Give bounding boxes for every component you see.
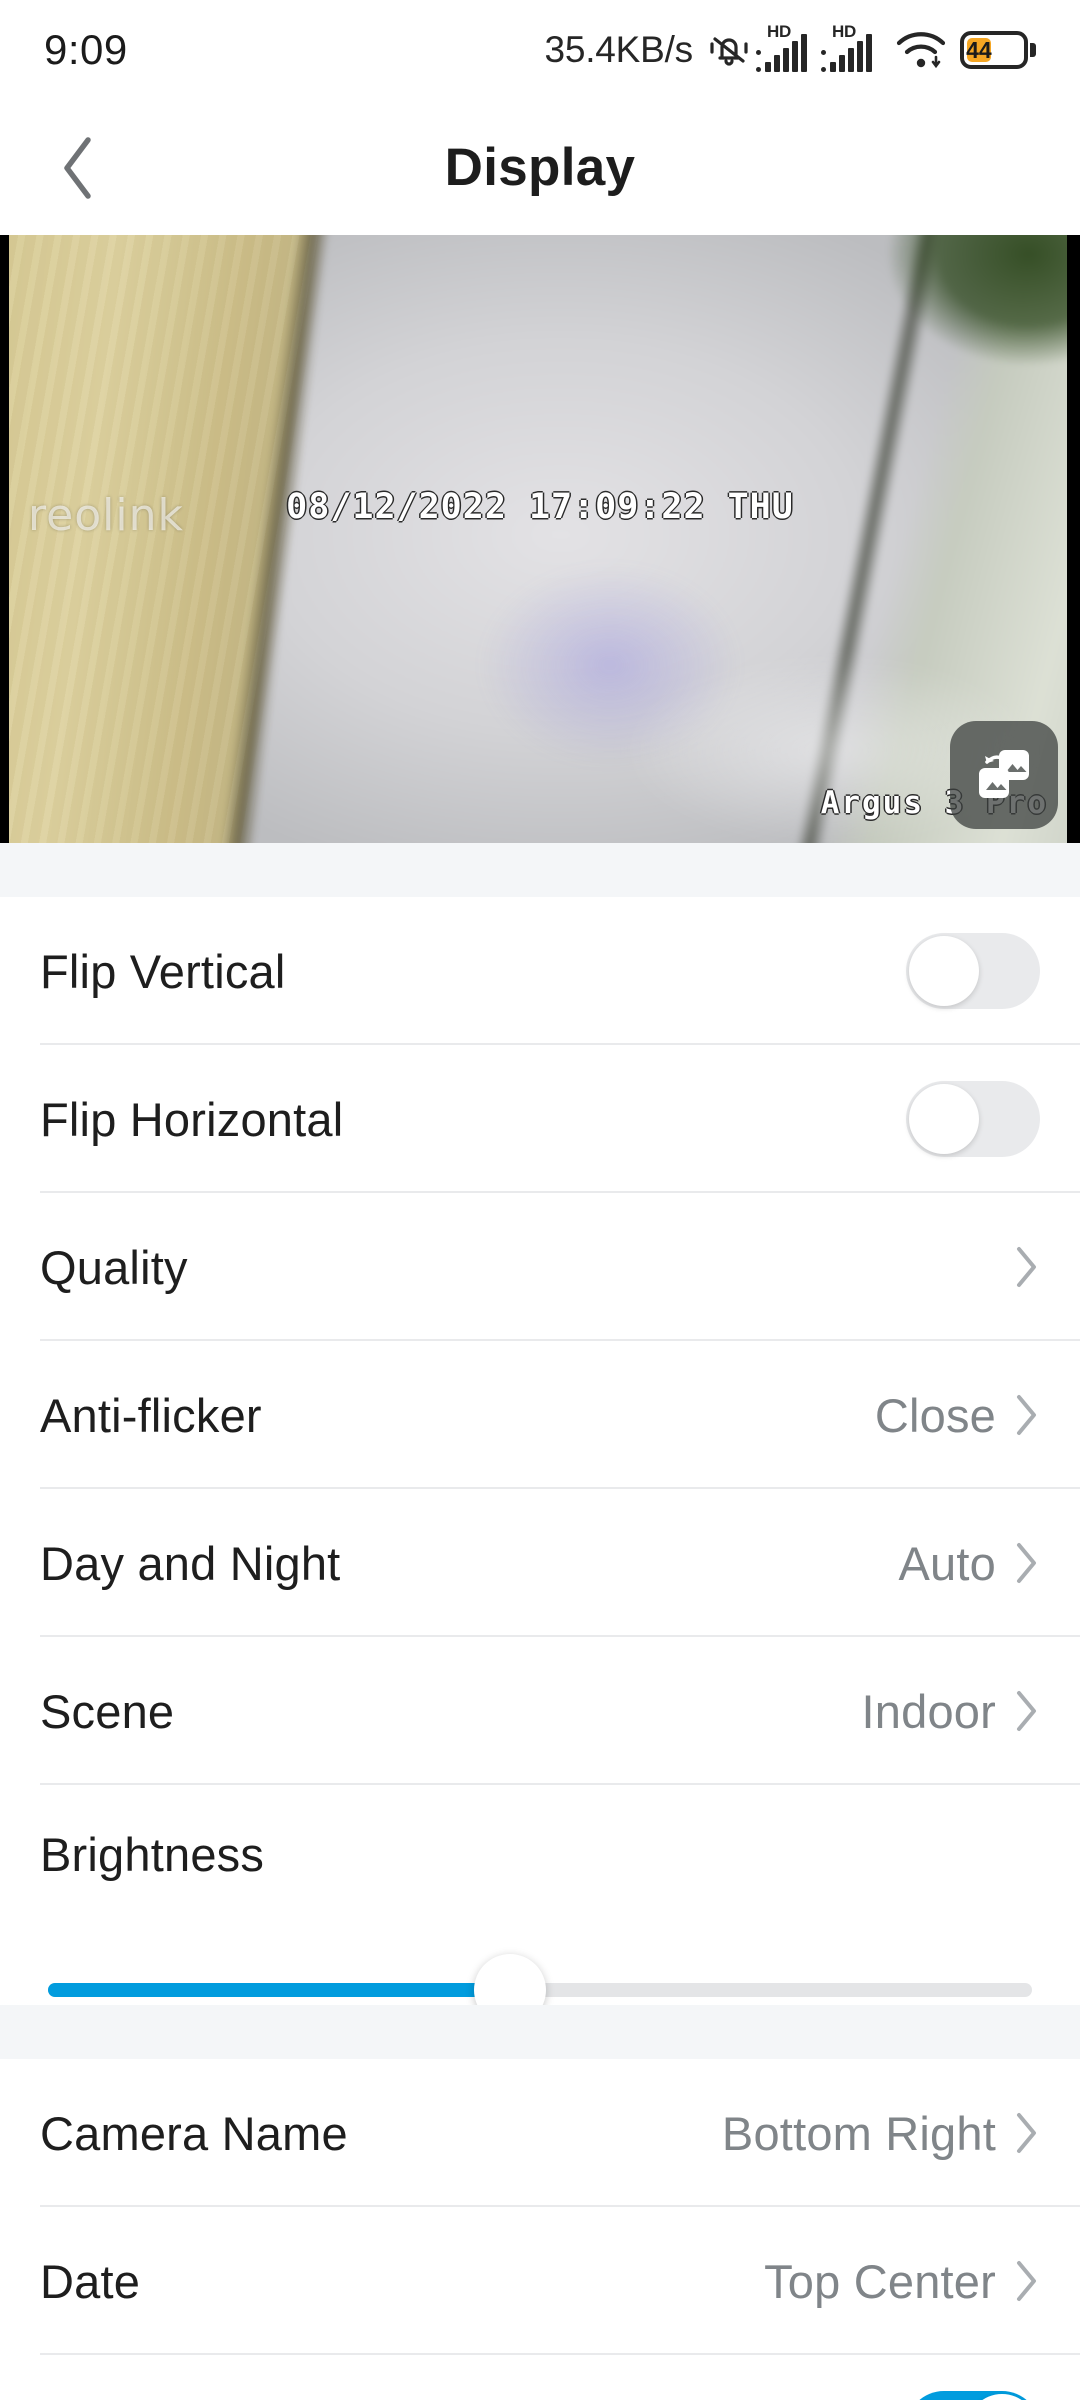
watermark-toggle[interactable] (906, 2391, 1040, 2400)
setting-label: Flip Horizontal (40, 1092, 344, 1146)
data-arrows-icon-secondary (821, 50, 828, 72)
chevron-right-icon (1014, 1393, 1040, 1437)
display-settings-screen: 9:09 35.4KB/s HD HD 44 Display reolink 0… (0, 0, 1080, 2400)
osd-timestamp: 08/12/2022 17:09:22 THU (286, 487, 794, 527)
display-settings-group-2: Camera Name Bottom Right Date Top Center… (0, 2059, 1080, 2400)
status-bar: 9:09 35.4KB/s HD HD 44 (0, 0, 1080, 100)
setting-value: Indoor (861, 1684, 996, 1738)
display-settings-group-1: Flip Vertical Flip Horizontal Quality An… (0, 897, 1080, 2045)
section-gap-middle (0, 2005, 1080, 2059)
setting-row-anti-flicker[interactable]: Anti-flicker Close (0, 1341, 1080, 1489)
chevron-right-icon (1014, 2259, 1040, 2303)
section-gap-top (0, 843, 1080, 897)
app-header: Display (0, 100, 1080, 235)
chevron-right-icon (1014, 1245, 1040, 1289)
setting-label: Anti-flicker (40, 1388, 262, 1442)
setting-label: Day and Night (40, 1536, 341, 1590)
picture-in-picture-swap-icon (973, 746, 1035, 804)
signal-icon: HD (756, 22, 817, 72)
setting-row-date[interactable]: Date Top Center (0, 2207, 1080, 2355)
setting-row-flip-vertical[interactable]: Flip Vertical (0, 897, 1080, 1045)
picture-in-picture-swap-button[interactable] (950, 721, 1058, 829)
setting-label: Scene (40, 1684, 175, 1738)
setting-label: Date (40, 2254, 141, 2308)
setting-row-watermark[interactable]: Watermark (0, 2355, 1080, 2400)
setting-label: Flip Vertical (40, 944, 286, 998)
setting-value: Auto (898, 1536, 996, 1590)
flip-horizontal-toggle[interactable] (906, 1081, 1040, 1157)
battery-icon: 44 (960, 30, 1036, 70)
flip-vertical-toggle[interactable] (906, 933, 1040, 1009)
page-title: Display (444, 138, 636, 197)
wifi-icon (895, 29, 947, 71)
setting-row-brightness: Brightness (0, 1785, 1080, 1935)
camera-live-preview[interactable]: reolink 08/12/2022 17:09:22 THU Argus 3 … (0, 235, 1080, 843)
chevron-right-icon (1014, 1541, 1040, 1585)
setting-label: Quality (40, 1240, 188, 1294)
chevron-right-icon (1014, 1689, 1040, 1733)
data-arrows-icon (756, 50, 763, 72)
setting-row-scene[interactable]: Scene Indoor (0, 1637, 1080, 1785)
setting-row-quality[interactable]: Quality (0, 1193, 1080, 1341)
network-speed-label: 35.4KB/s (544, 29, 693, 70)
setting-value: Close (874, 1388, 996, 1442)
video-left-letterbox (0, 235, 9, 843)
chevron-right-icon (1014, 2111, 1040, 2155)
mute-bell-icon (706, 28, 752, 72)
brightness-label: Brightness (40, 1828, 265, 1881)
status-bar-icons: 35.4KB/s HD HD 44 (544, 22, 1036, 72)
brightness-slider-fill (48, 1983, 511, 1997)
setting-label: Camera Name (40, 2106, 348, 2160)
video-right-letterbox (1067, 235, 1080, 843)
setting-row-camera-name[interactable]: Camera Name Bottom Right (0, 2059, 1080, 2207)
setting-value: Top Center (764, 2254, 996, 2308)
setting-row-day-and-night[interactable]: Day and Night Auto (0, 1489, 1080, 1637)
brightness-slider[interactable] (48, 1954, 1032, 2026)
battery-percent-label: 44 (966, 36, 992, 63)
signal-icon-secondary: HD (821, 22, 882, 72)
status-bar-clock: 9:09 (44, 26, 128, 73)
setting-row-flip-horizontal[interactable]: Flip Horizontal (0, 1045, 1080, 1193)
setting-value: Bottom Right (721, 2106, 996, 2160)
